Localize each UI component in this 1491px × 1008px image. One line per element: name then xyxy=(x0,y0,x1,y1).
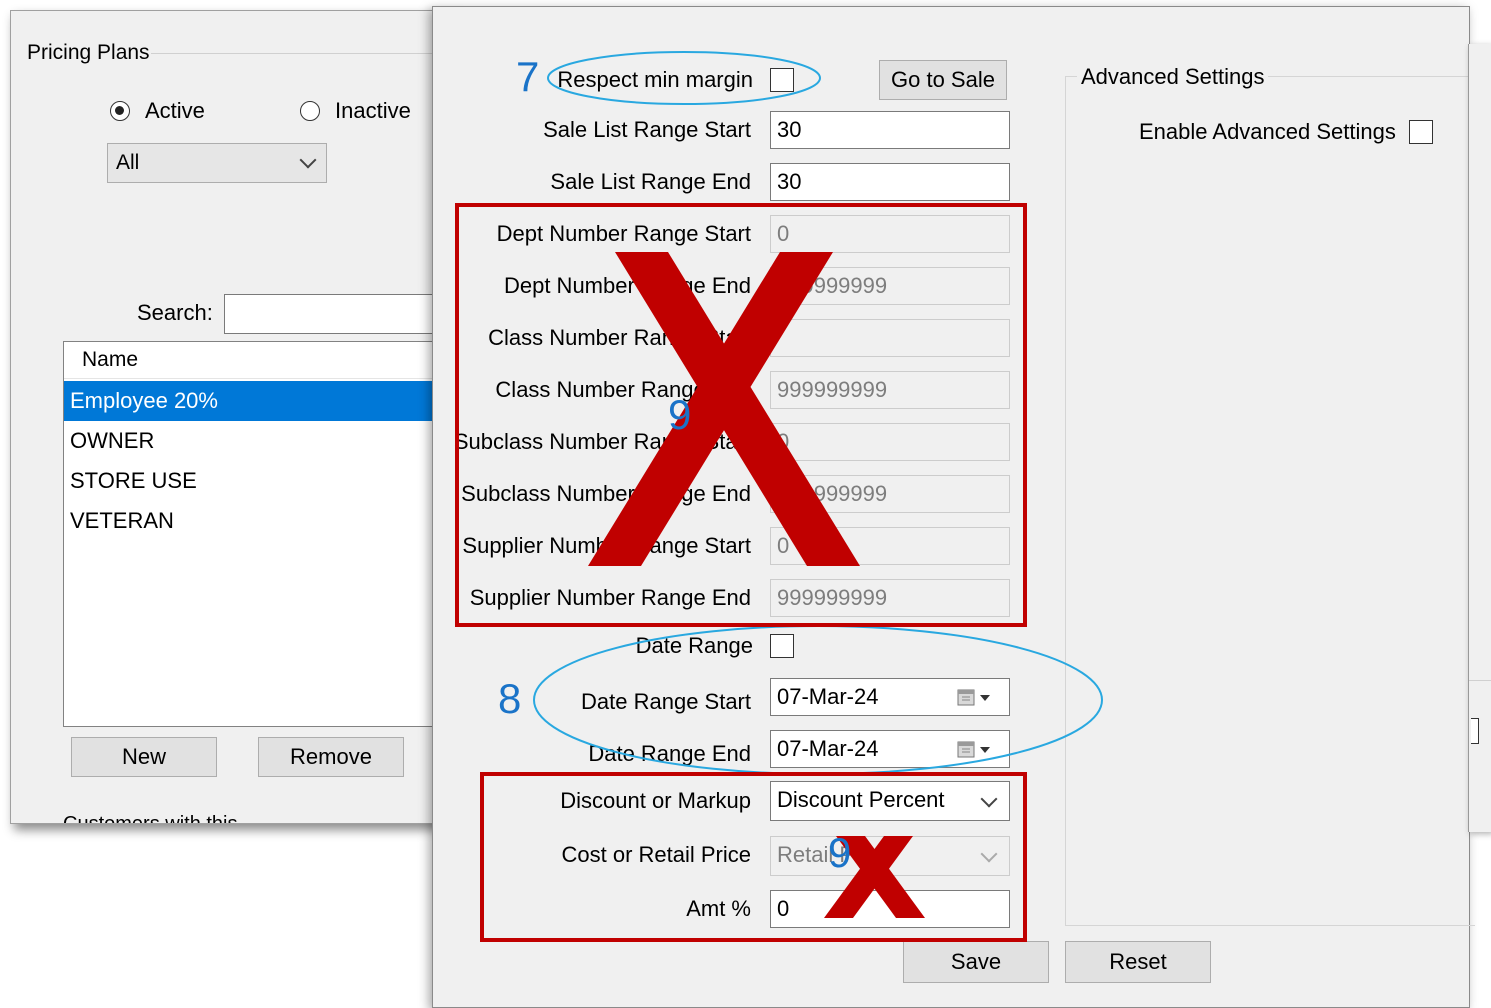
annotation-number-9-top: 9 xyxy=(668,391,692,438)
annotation-number-9-bottom: 9 xyxy=(828,829,852,876)
highlight-ellipse-8 xyxy=(533,625,1103,775)
removed-fields-box-bottom xyxy=(480,772,1027,942)
annotation-number-7: 7 xyxy=(516,53,540,100)
removed-fields-box-top xyxy=(455,203,1027,627)
highlight-ellipse-7 xyxy=(547,51,821,105)
annotation-number-8: 8 xyxy=(498,675,522,722)
